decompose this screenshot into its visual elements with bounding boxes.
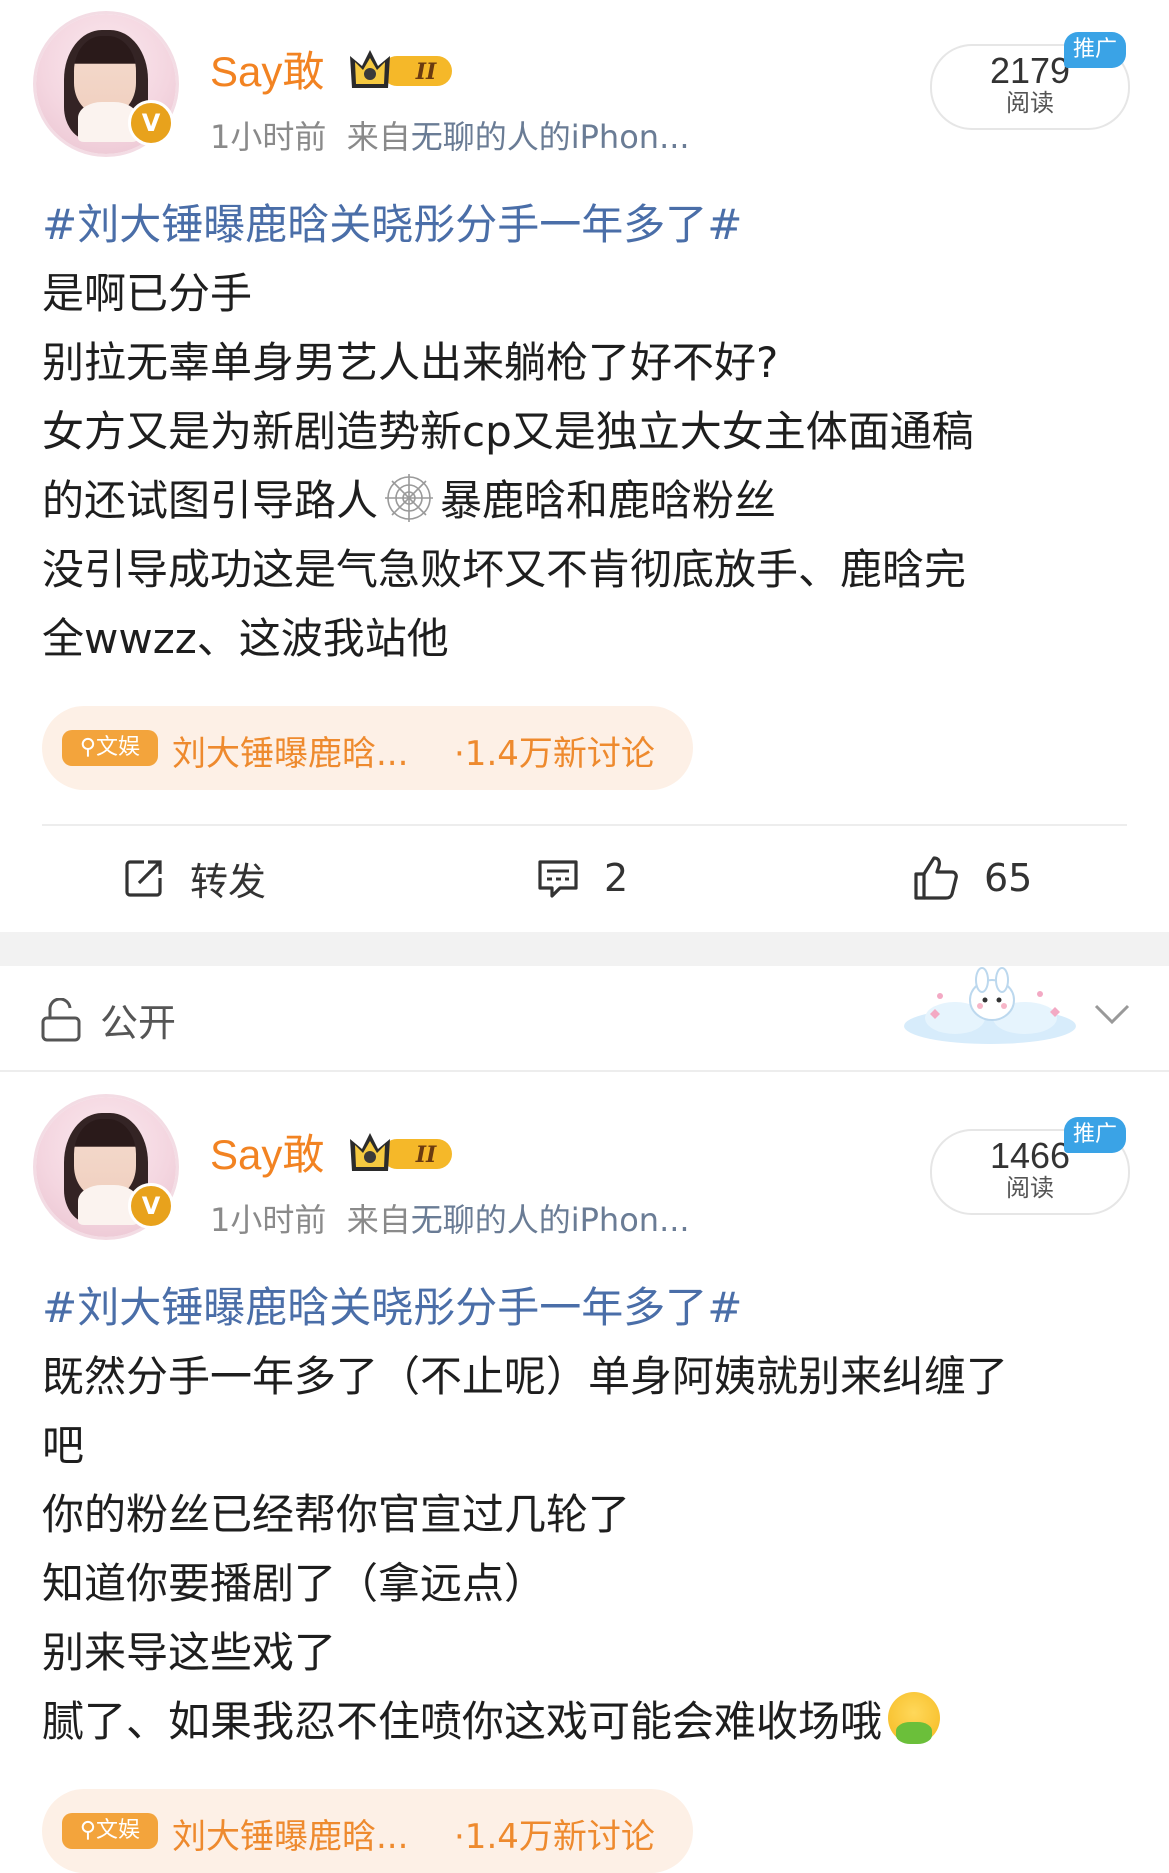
post-source[interactable]: 无聊的人的iPhon... <box>411 118 690 156</box>
username[interactable]: Say敢 <box>210 1121 324 1182</box>
comment-icon <box>538 860 578 898</box>
vip-crown-badge-icon: II <box>350 50 452 88</box>
repost-button[interactable]: 转发 <box>122 848 266 908</box>
bunny-cloud-sticker <box>904 967 1076 1044</box>
unlock-icon <box>41 997 81 1041</box>
verified-icon: V <box>128 1183 174 1229</box>
post-source[interactable]: 无聊的人的iPhon... <box>411 1201 690 1239</box>
post-meta: 1小时前 来自无聊的人的iPhon... <box>210 1201 690 1239</box>
divider <box>0 1070 1169 1072</box>
hashtag-link[interactable]: #刘大锤曝鹿晗关晓彤分手一年多了# <box>42 1273 1139 1342</box>
like-button[interactable]: 65 <box>912 848 1032 908</box>
svg-text:II: II <box>415 59 437 85</box>
verified-icon: V <box>128 100 174 146</box>
feed-separator <box>0 932 1169 966</box>
username[interactable]: Say敢 <box>210 38 324 99</box>
thumbs-up-icon <box>914 856 958 900</box>
post-text: #刘大锤曝鹿晗关晓彤分手一年多了# 既然分手一年多了（不止呢）单身阿姨就别来纠缠… <box>42 1273 1139 1756</box>
topic-tag: ⚲文娱 <box>62 1813 158 1849</box>
spider-web-emoji-icon <box>385 474 434 522</box>
topic-pill[interactable]: ⚲文娱 刘大锤曝鹿晗... ·1.4万新讨论 <box>42 1789 693 1873</box>
hashtag-link[interactable]: #刘大锤曝鹿晗关晓彤分手一年多了# <box>42 190 1139 259</box>
comment-button[interactable]: 2 <box>536 848 628 908</box>
post-meta: 1小时前 来自无聊的人的iPhon... <box>210 118 690 156</box>
svg-text:II: II <box>415 1142 437 1168</box>
vomiting-face-emoji-icon <box>888 1692 941 1744</box>
topic-pill[interactable]: ⚲文娱 刘大锤曝鹿晗... ·1.4万新讨论 <box>42 706 693 790</box>
promote-button[interactable]: 推广 <box>1064 32 1126 68</box>
chevron-down-icon[interactable] <box>1092 1000 1132 1028</box>
promote-button[interactable]: 推广 <box>1064 1117 1126 1153</box>
topic-tag: ⚲文娱 <box>62 730 158 766</box>
post-text: #刘大锤曝鹿晗关晓彤分手一年多了# 是啊已分手 别拉无辜单身男艺人出来躺枪了好不… <box>42 190 1139 673</box>
visibility-selector[interactable]: 公开 <box>40 992 176 1047</box>
divider <box>42 824 1127 826</box>
repost-icon <box>125 860 162 897</box>
vip-crown-badge-icon: II <box>350 1133 452 1171</box>
